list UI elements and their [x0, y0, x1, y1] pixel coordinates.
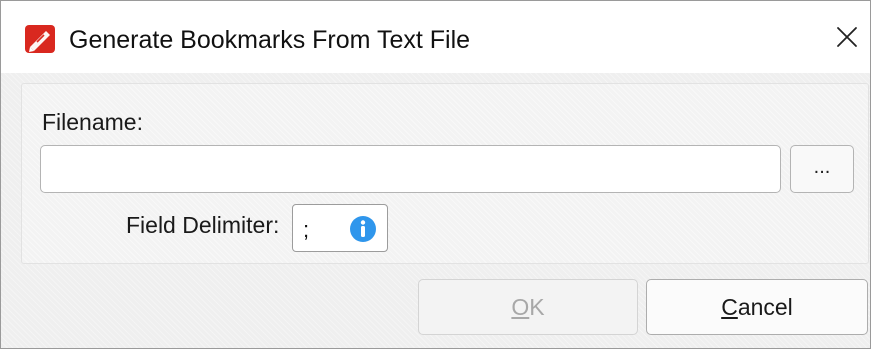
- cancel-label-rest: ancel: [737, 293, 793, 320]
- ok-button[interactable]: OK: [418, 279, 638, 335]
- dialog-title: Generate Bookmarks From Text File: [69, 26, 471, 54]
- generate-bookmarks-dialog: Generate Bookmarks From Text File Filena…: [0, 0, 871, 349]
- field-delimiter-value[interactable]: ;: [303, 217, 309, 243]
- close-icon: [837, 27, 857, 47]
- filename-label: Filename:: [42, 109, 143, 135]
- ok-mnemonic: O: [511, 293, 530, 320]
- title-bar[interactable]: Generate Bookmarks From Text File: [1, 1, 870, 73]
- info-icon[interactable]: [349, 215, 377, 243]
- browse-button[interactable]: ...: [790, 145, 854, 193]
- filename-input[interactable]: [40, 145, 781, 193]
- pdf-editor-app-icon: [25, 25, 55, 53]
- close-button[interactable]: [827, 17, 867, 57]
- dialog-body: Filename: ... Field Delimiter: ; OK Canc…: [1, 73, 870, 348]
- cancel-mnemonic: C: [721, 293, 738, 320]
- field-delimiter-label: Field Delimiter:: [126, 212, 280, 238]
- ok-label-rest: K: [529, 293, 545, 320]
- settings-panel: Filename: ... Field Delimiter: ;: [21, 83, 869, 264]
- field-delimiter-input[interactable]: ;: [292, 204, 388, 252]
- cancel-button[interactable]: Cancel: [646, 279, 868, 335]
